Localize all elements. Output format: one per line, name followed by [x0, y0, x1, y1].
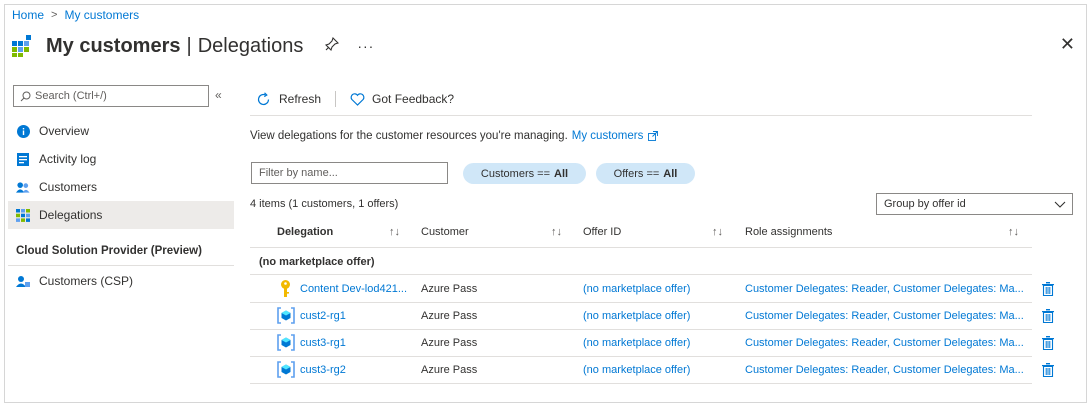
breadcrumb-home[interactable]: Home [12, 8, 44, 22]
page-header: My customers | Delegations ··· [12, 30, 374, 62]
delegation-link[interactable]: cust2-rg1 [300, 310, 346, 322]
customers-icon [16, 180, 30, 194]
breadcrumb: Home > My customers [12, 8, 139, 22]
external-link-icon[interactable] [648, 131, 659, 141]
customer-cell: Azure Pass [421, 364, 478, 376]
group-by-value: Group by offer id [884, 198, 966, 210]
sidebar-item-activity-log[interactable]: Activity log [8, 145, 234, 173]
search-icon [20, 91, 31, 101]
collapse-sidebar-button[interactable]: « [215, 88, 222, 102]
row-divider [250, 329, 1032, 330]
feedback-button[interactable]: Got Feedback? [350, 92, 454, 106]
search-placeholder: Search (Ctrl+/) [35, 90, 107, 102]
offer-id-link[interactable]: (no marketplace offer) [583, 283, 690, 295]
role-assignments-link[interactable]: Customer Delegates: Reader, Customer Del… [745, 283, 1024, 295]
sort-icon[interactable]: ↑↓ [1008, 226, 1019, 238]
sidebar-item-label: Customers [39, 180, 98, 194]
breadcrumb-my-customers[interactable]: My customers [64, 8, 139, 22]
activity-log-icon [16, 152, 30, 166]
sidebar-item-label: Delegations [39, 208, 103, 222]
sidebar-item-overview[interactable]: Overview [8, 117, 234, 145]
trash-icon[interactable] [1042, 309, 1054, 323]
column-header-role-assignments[interactable]: Role assignments [745, 226, 832, 238]
heart-icon [350, 92, 365, 106]
delegation-link[interactable]: cust3-rg1 [300, 337, 346, 349]
trash-icon[interactable] [1042, 363, 1054, 377]
group-by-dropdown[interactable]: Group by offer id [876, 193, 1073, 215]
group-header[interactable]: (no marketplace offer) [259, 256, 375, 268]
trash-icon[interactable] [1042, 282, 1054, 296]
my-customers-icon [12, 35, 34, 57]
my-customers-link[interactable]: My customers [572, 130, 644, 142]
customer-cell: Azure Pass [421, 283, 478, 295]
offers-filter-pill[interactable]: Offers == All [596, 163, 695, 184]
title-pipe: | [186, 34, 192, 57]
toolbar-separator [335, 91, 337, 107]
pin-icon[interactable] [325, 36, 340, 55]
feedback-label: Got Feedback? [372, 92, 455, 106]
more-options-button[interactable]: ··· [357, 38, 374, 54]
resource-group-icon [277, 334, 295, 351]
breadcrumb-separator: > [51, 9, 58, 21]
offer-id-link[interactable]: (no marketplace offer) [583, 364, 690, 376]
group-divider [250, 274, 1032, 275]
customers-filter-pill[interactable]: Customers == All [463, 163, 586, 184]
close-icon[interactable]: ✕ [1060, 34, 1075, 55]
row-divider [250, 383, 1032, 384]
role-assignments-link[interactable]: Customer Delegates: Reader, Customer Del… [745, 337, 1024, 349]
header-divider [250, 247, 1032, 248]
sidebar-item-label: Customers (CSP) [39, 274, 134, 288]
sort-icon[interactable]: ↑↓ [389, 226, 400, 238]
sidebar-section-title: Cloud Solution Provider (Preview) [16, 245, 202, 257]
customer-cell: Azure Pass [421, 337, 478, 349]
sidebar-divider [8, 265, 234, 266]
offer-id-link[interactable]: (no marketplace offer) [583, 337, 690, 349]
column-header-delegation[interactable]: Delegation [277, 226, 333, 238]
delegation-link[interactable]: cust3-rg2 [300, 364, 346, 376]
page-title-bold: My customers [46, 34, 181, 57]
refresh-label: Refresh [279, 92, 322, 106]
resource-group-icon [277, 307, 295, 324]
customers-csp-icon [16, 274, 30, 288]
page-title: My customers | Delegations [46, 35, 303, 58]
sidebar-item-label: Overview [39, 124, 90, 138]
toolbar-divider [250, 115, 1032, 116]
chevron-down-icon [1054, 201, 1066, 208]
role-assignments-link[interactable]: Customer Delegates: Reader, Customer Del… [745, 364, 1024, 376]
column-header-offer-id[interactable]: Offer ID [583, 226, 621, 238]
filter-placeholder: Filter by name... [259, 167, 338, 179]
sidebar-search-input[interactable]: Search (Ctrl+/) [13, 85, 209, 107]
trash-icon[interactable] [1042, 336, 1054, 350]
resource-group-icon [277, 361, 295, 378]
offer-id-link[interactable]: (no marketplace offer) [583, 310, 690, 322]
refresh-button[interactable]: Refresh [256, 91, 322, 107]
offers-pill-value: All [663, 167, 678, 180]
filter-by-name-input[interactable]: Filter by name... [251, 162, 448, 184]
row-divider [250, 302, 1032, 303]
customer-cell: Azure Pass [421, 310, 478, 322]
delegations-icon [16, 208, 30, 222]
customers-pill-label: Customers == [480, 167, 551, 180]
sidebar-item-delegations[interactable]: Delegations [8, 201, 234, 229]
sidebar-item-customers[interactable]: Customers [8, 173, 234, 201]
refresh-icon [257, 91, 270, 105]
command-bar: Refresh Got Feedback? [256, 88, 454, 110]
page-title-rest: Delegations [197, 34, 304, 57]
column-header-customer[interactable]: Customer [421, 226, 469, 238]
customers-pill-value: All [554, 167, 569, 180]
sidebar-item-customers-csp[interactable]: Customers (CSP) [8, 267, 234, 295]
offers-pill-label: Offers == [613, 167, 660, 180]
delegation-link[interactable]: Content Dev-lod421... [300, 283, 407, 295]
sidebar-item-label: Activity log [39, 152, 97, 166]
sort-icon[interactable]: ↑↓ [712, 226, 723, 238]
key-icon [281, 280, 290, 297]
info-icon [16, 124, 30, 138]
row-divider [250, 356, 1032, 357]
intro-text: View delegations for the customer resour… [250, 130, 659, 142]
sort-icon[interactable]: ↑↓ [551, 226, 562, 238]
items-summary: 4 items (1 customers, 1 offers) [250, 198, 399, 210]
intro-description: View delegations for the customer resour… [250, 130, 568, 142]
role-assignments-link[interactable]: Customer Delegates: Reader, Customer Del… [745, 310, 1024, 322]
